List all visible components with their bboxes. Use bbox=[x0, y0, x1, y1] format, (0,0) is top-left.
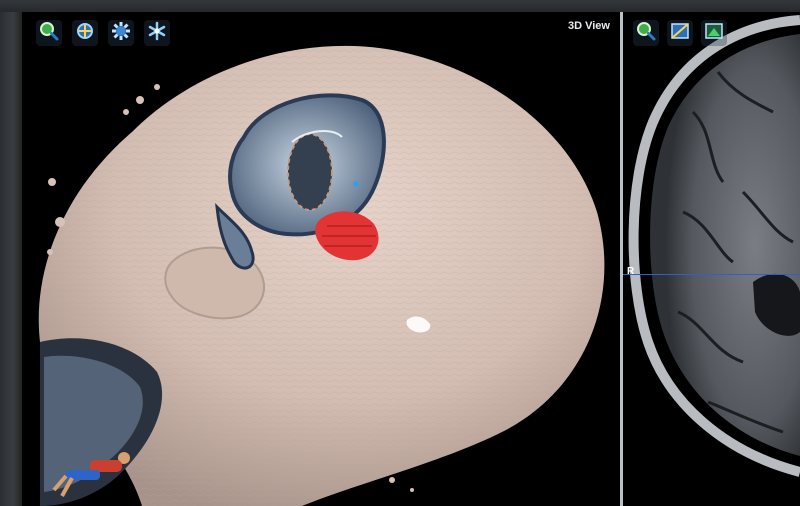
mri-toolbar bbox=[633, 20, 727, 46]
3d-head-render[interactable] bbox=[22, 12, 620, 506]
zoom-icon bbox=[38, 20, 60, 47]
mri-axial-slice[interactable] bbox=[623, 12, 800, 506]
rotate-button[interactable] bbox=[72, 20, 98, 46]
zoom-icon bbox=[635, 20, 657, 47]
mri-layout-alt-button[interactable] bbox=[701, 20, 727, 46]
view-title: 3D View bbox=[568, 20, 610, 32]
rotate-icon bbox=[74, 20, 96, 47]
monitor-bezel-top bbox=[0, 0, 800, 12]
layout-icon bbox=[669, 20, 691, 47]
layout-alt-icon bbox=[703, 20, 725, 47]
monitor-bezel-left bbox=[0, 0, 22, 506]
settings-button[interactable] bbox=[108, 20, 134, 46]
zoom-button[interactable] bbox=[36, 20, 62, 46]
3d-view-panel[interactable]: 3D View bbox=[22, 12, 623, 506]
crosshair-line[interactable] bbox=[623, 274, 800, 275]
mri-zoom-button[interactable] bbox=[633, 20, 659, 46]
settings-gear-icon bbox=[110, 20, 132, 47]
effects-button[interactable] bbox=[144, 20, 170, 46]
orientation-marker: R bbox=[627, 266, 635, 277]
snowflake-icon bbox=[146, 20, 168, 47]
3d-view-toolbar bbox=[36, 20, 170, 46]
mri-layout-button[interactable] bbox=[667, 20, 693, 46]
mri-slice-panel[interactable]: R bbox=[623, 12, 800, 506]
